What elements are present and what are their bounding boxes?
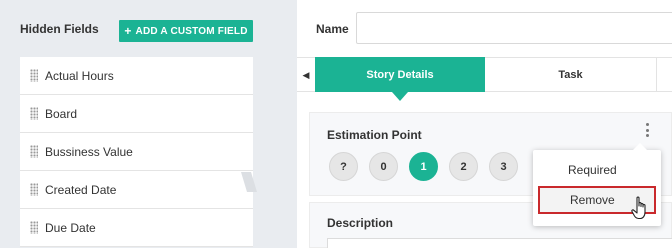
estimation-point-label: Estimation Point bbox=[327, 128, 422, 142]
field-item-label: Due Date bbox=[45, 220, 96, 235]
tab-story-details[interactable]: Story Details bbox=[315, 57, 485, 101]
estimation-points: ? 0 1 2 3 bbox=[329, 152, 529, 181]
description-editor-toolbar[interactable] bbox=[327, 238, 672, 248]
add-custom-field-button[interactable]: + ADD A CUSTOM FIELD bbox=[119, 20, 253, 42]
plus-icon: + bbox=[124, 24, 132, 38]
tab-task[interactable]: Task bbox=[485, 57, 657, 92]
name-label: Name bbox=[316, 22, 349, 36]
estimation-point-option[interactable]: 3 bbox=[489, 152, 518, 181]
hidden-field-list: Actual Hours Board Bussiness Value Creat… bbox=[20, 57, 253, 247]
field-item-label: Board bbox=[45, 106, 78, 121]
field-item-due-date[interactable]: Due Date bbox=[20, 209, 253, 247]
estimation-point-option[interactable]: 2 bbox=[449, 152, 478, 181]
drag-handle-icon[interactable] bbox=[30, 183, 38, 196]
field-item-actual-hours[interactable]: Actual Hours bbox=[20, 57, 253, 95]
description-label: Description bbox=[327, 216, 394, 230]
hidden-fields-panel: Hidden Fields + ADD A CUSTOM FIELD Actua… bbox=[0, 0, 266, 248]
drag-handle-icon[interactable] bbox=[30, 221, 38, 234]
drag-handle-icon[interactable] bbox=[30, 145, 38, 158]
menu-item-required[interactable]: Required bbox=[538, 157, 656, 183]
add-custom-field-label: ADD A CUSTOM FIELD bbox=[135, 25, 248, 37]
estimation-point-option[interactable]: ? bbox=[329, 152, 358, 181]
field-item-label: Actual Hours bbox=[45, 68, 114, 83]
estimation-point-option-selected[interactable]: 1 bbox=[409, 152, 438, 181]
field-item-label: Bussiness Value bbox=[45, 144, 133, 159]
tab-bar: ◀ Story Details Task bbox=[297, 57, 672, 101]
drag-handle-icon[interactable] bbox=[30, 107, 38, 120]
field-item-created-date[interactable]: Created Date bbox=[20, 171, 253, 209]
field-item-bussiness-value[interactable]: Bussiness Value bbox=[20, 133, 253, 171]
panel-divider-notch bbox=[241, 172, 257, 192]
field-item-board[interactable]: Board bbox=[20, 95, 253, 133]
field-item-label: Created Date bbox=[45, 182, 117, 197]
name-input[interactable] bbox=[356, 12, 672, 44]
estimation-point-option[interactable]: 0 bbox=[369, 152, 398, 181]
hidden-fields-title: Hidden Fields bbox=[20, 22, 99, 36]
hand-pointer-icon bbox=[631, 196, 646, 220]
more-vertical-icon[interactable] bbox=[642, 123, 652, 137]
caret-left-icon[interactable]: ◀ bbox=[297, 58, 315, 92]
drag-handle-icon[interactable] bbox=[30, 69, 38, 82]
